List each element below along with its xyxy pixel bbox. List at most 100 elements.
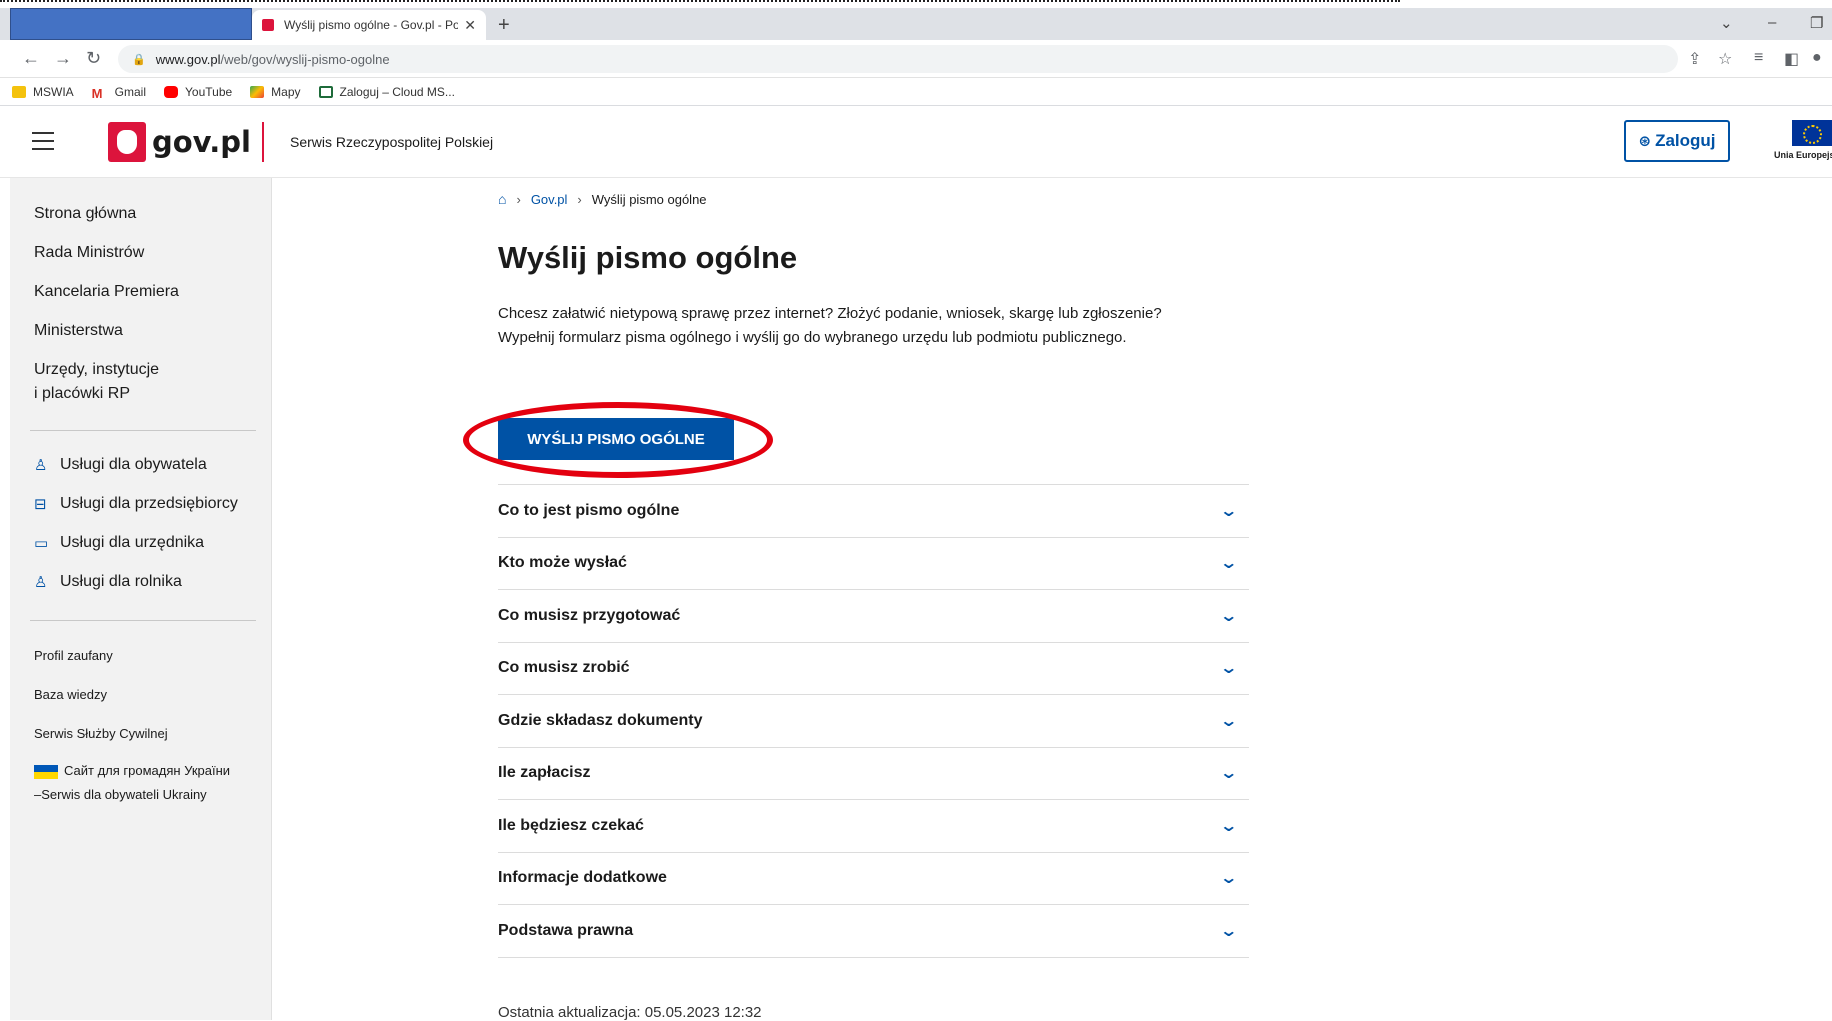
youtube-icon — [164, 85, 179, 98]
home-icon[interactable]: ⌂ — [498, 191, 506, 207]
service-label: Usługi dla urzędnika — [60, 534, 205, 551]
accordion: Co to jest pismo ogólne ⌄ Kto może wysłać… — [498, 484, 1249, 958]
breadcrumb-separator: › — [577, 191, 582, 207]
chevron-down-icon: ⌄ — [1218, 922, 1238, 940]
accordion-label: Ile zapłacisz — [498, 764, 591, 782]
bookmark-label: Mapy — [271, 84, 301, 99]
sidebar-item-official[interactable]: ▭ Usługi dla urzędnika — [34, 534, 204, 552]
accordion-item[interactable]: Co musisz przygotować ⌄ — [498, 590, 1249, 643]
chevron-down-icon: ⌄ — [1218, 555, 1238, 573]
eagle-emblem-icon — [108, 122, 146, 162]
gov-logo[interactable]: gov.pl — [108, 122, 251, 162]
gmail-icon: M — [91, 85, 103, 101]
browser-tab[interactable]: Wyślij pismo ogólne - Gov.pl - Po ✕ — [252, 10, 486, 40]
forward-icon[interactable]: → — [54, 48, 72, 69]
chevron-down-icon: ⌄ — [1218, 502, 1238, 520]
accordion-item[interactable]: Informacje dodatkowe ⌄ — [498, 853, 1249, 905]
redacted-block — [10, 8, 252, 40]
chevron-down-icon: ⌄ — [1218, 817, 1238, 835]
menu-icon[interactable] — [32, 132, 54, 156]
page-title: Wyślij pismo ogólne — [498, 240, 798, 275]
bookmark-mswia[interactable]: MSWIA — [12, 85, 74, 99]
accordion-label: Podstawa prawna — [498, 921, 634, 939]
breadcrumb: ⌂ › Gov.pl › Wyślij pismo ogólne — [498, 191, 707, 207]
accordion-item[interactable]: Podstawa prawna ⌄ — [498, 905, 1249, 958]
sidebar-link-ukraine-line2[interactable]: –Serwis dla obywateli Ukrainy — [34, 787, 207, 802]
user-circle-icon: ⊛ — [1638, 133, 1652, 150]
close-tab-icon[interactable]: ✕ — [464, 17, 476, 34]
intro-line-1: Chcesz załatwić nietypową sprawę przez i… — [498, 305, 1162, 322]
accordion-label: Kto może wysłać — [498, 554, 627, 572]
sidebar-link-civil-service[interactable]: Serwis Służby Cywilnej — [34, 726, 168, 741]
sidebar-link-ukraine[interactable]: Сайт для громадян України — [34, 763, 230, 779]
chevron-down-icon: ⌄ — [1218, 660, 1238, 678]
ukraine-link-label: Сайт для громадян України — [64, 763, 231, 778]
sidebar-link-knowledge-base[interactable]: Baza wiedzy — [34, 687, 107, 702]
minimize-icon[interactable]: – — [1768, 14, 1776, 31]
sidebar-item-chancellery[interactable]: Kancelaria Premiera — [34, 280, 179, 304]
chevron-down-icon: ⌄ — [1218, 870, 1238, 888]
tab-search-icon[interactable]: ⌄ — [1720, 14, 1733, 32]
login-label: Zaloguj — [1655, 131, 1716, 150]
url-path: /web/gov/wyslij-pismo-ogolne — [220, 51, 390, 67]
side-panel-icon[interactable]: ◧ — [1784, 49, 1799, 69]
profile-icon[interactable]: ● — [1812, 49, 1822, 67]
bookmark-label: MSWIA — [33, 84, 74, 99]
person-icon: ♙ — [34, 457, 48, 474]
bookmark-star-icon[interactable]: ☆ — [1718, 49, 1732, 69]
sidebar-item-offices[interactable]: Urzędy, instytucje — [34, 358, 159, 382]
restore-icon[interactable]: ❐ — [1810, 14, 1823, 32]
chevron-down-icon: ⌄ — [1218, 765, 1238, 783]
sidebar-item-home[interactable]: Strona główna — [34, 202, 136, 226]
accordion-item[interactable]: Kto może wysłać ⌄ — [498, 538, 1249, 590]
sidebar-link-trusted-profile[interactable]: Profil zaufany — [34, 648, 113, 663]
new-tab-icon[interactable]: + — [498, 14, 510, 37]
accordion-label: Co musisz zrobić — [498, 659, 630, 677]
accordion-label: Gdzie składasz dokumenty — [498, 711, 703, 729]
breadcrumb-gov[interactable]: Gov.pl — [531, 192, 568, 207]
bookmark-mapy[interactable]: Mapy — [250, 84, 301, 99]
reload-icon[interactable]: ↻ — [86, 48, 101, 69]
lock-icon: 🔒 — [132, 53, 146, 66]
accordion-item[interactable]: Co to jest pismo ogólne ⌄ — [498, 485, 1249, 538]
sidebar-item-citizen[interactable]: ♙ Usługi dla obywatela — [34, 456, 207, 474]
eu-logo: Unia Europejska — [1760, 120, 1832, 166]
last-updated: Ostatnia aktualizacja: 05.05.2023 12:32 — [498, 1004, 762, 1021]
login-button[interactable]: ⊛ Zaloguj — [1624, 120, 1730, 162]
eu-label: Unia Europejska — [1774, 150, 1832, 160]
share-icon[interactable]: ⇪ — [1688, 49, 1701, 69]
gov-favicon-icon — [262, 19, 274, 31]
url-host: www.gov.pl — [155, 51, 221, 67]
sidebar-item-farmer[interactable]: ♙ Usługi dla rolnika — [34, 573, 182, 591]
address-toolbar: ← → ↻ 🔒 www.gov.pl/web/gov/wyslij-pismo-… — [0, 40, 1832, 78]
accordion-item[interactable]: Ile będziesz czekać ⌄ — [498, 800, 1249, 853]
back-icon[interactable]: ← — [22, 48, 40, 69]
accordion-item[interactable]: Ile zapłacisz ⌄ — [498, 748, 1249, 800]
sidebar-item-business[interactable]: ⊟ Usługi dla przedsiębiorcy — [34, 495, 238, 513]
reading-list-icon[interactable]: ≡ — [1754, 49, 1763, 67]
sidebar-item-ministries[interactable]: Ministerstwa — [34, 319, 123, 343]
bookmark-gmail[interactable]: M Gmail — [91, 85, 146, 101]
sidebar: Strona główna Rada Ministrów Kancelaria … — [10, 178, 272, 1020]
cloud-icon — [318, 85, 333, 98]
chevron-down-icon: ⌄ — [1218, 712, 1238, 730]
accordion-item[interactable]: Gdzie składasz dokumenty ⌄ — [498, 695, 1249, 748]
header-divider — [262, 122, 264, 162]
service-label: Usługi dla obywatela — [60, 456, 207, 473]
document-strip — [0, 0, 1832, 8]
bookmark-label: Zaloguj – Cloud MS... — [339, 84, 455, 99]
service-label: Usługi dla przedsiębiorcy — [60, 495, 238, 512]
sidebar-item-council[interactable]: Rada Ministrów — [34, 241, 144, 265]
folder-icon — [12, 85, 26, 98]
logo-text: gov.pl — [152, 125, 251, 159]
url-bar[interactable]: 🔒 www.gov.pl/web/gov/wyslij-pismo-ogolne — [118, 45, 1678, 73]
sidebar-item-offices-line2[interactable]: i placówki RP — [34, 382, 130, 406]
bookmark-youtube[interactable]: YouTube — [164, 85, 232, 99]
breadcrumb-separator: › — [516, 191, 521, 207]
intro-line-2: Wypełnij formularz pisma ogólnego i wyśl… — [498, 329, 1127, 346]
sidebar-divider — [30, 620, 256, 621]
accordion-item[interactable]: Co musisz zrobić ⌄ — [498, 643, 1249, 695]
bookmark-cloud[interactable]: Zaloguj – Cloud MS... — [318, 84, 455, 99]
site-tagline: Serwis Rzeczypospolitej Polskiej — [290, 134, 494, 150]
person-icon: ♙ — [34, 574, 48, 591]
